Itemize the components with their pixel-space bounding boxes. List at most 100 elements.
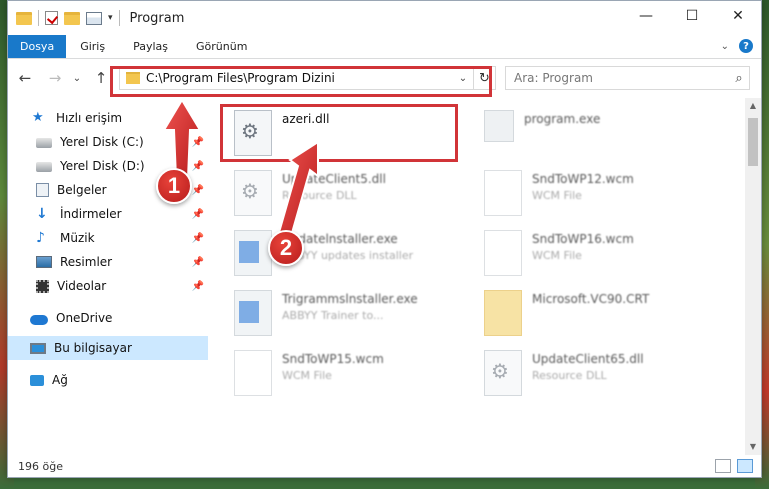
tiles-view-icon[interactable]: [737, 459, 753, 473]
content-area: ★ Hızlı erişim Yerel Disk (C:) 📌 Yerel D…: [8, 98, 761, 455]
downloads-icon: ↓: [36, 206, 48, 222]
file-name: SndToWP15.wcm: [282, 352, 384, 366]
file-name: Microsoft.VC90.CRT: [532, 292, 650, 306]
file-item[interactable]: UpdateClient65.dll Resource DLL: [478, 346, 723, 404]
sidebar-item-this-pc[interactable]: Bu bilgisayar: [8, 336, 208, 360]
file-item[interactable]: SndToWP16.wcm WCM File: [478, 226, 723, 284]
sidebar-item-pictures[interactable]: Resimler 📌: [8, 250, 208, 274]
sidebar-item-music[interactable]: ♪ Müzik 📌: [8, 226, 208, 250]
tab-view[interactable]: Görünüm: [182, 35, 261, 58]
up-arrow-icon[interactable]: ↑: [90, 69, 112, 87]
pin-icon[interactable]: 📌: [192, 209, 204, 220]
tab-share[interactable]: Paylaş: [119, 35, 182, 58]
exe-icon: [484, 110, 514, 142]
file-item[interactable]: SndToWP12.wcm WCM File: [478, 166, 723, 224]
address-path[interactable]: C:\Program Files\Program Dizini: [146, 71, 453, 85]
ribbon-tabs: Dosya Giriş Paylaş Görünüm ⌄ ?: [8, 35, 761, 59]
sidebar-item-onedrive[interactable]: OneDrive: [8, 306, 208, 330]
scroll-thumb[interactable]: [748, 118, 758, 166]
back-arrow-icon[interactable]: ←: [14, 69, 36, 87]
file-item[interactable]: Microsoft.VC90.CRT: [478, 286, 723, 344]
scroll-down-icon[interactable]: ▼: [745, 439, 761, 455]
navigation-bar: ← → ⌄ ↑ C:\Program Files\Program Dizini …: [8, 59, 761, 97]
ribbon-right-controls: ⌄ ?: [721, 39, 753, 53]
pin-icon[interactable]: 📌: [192, 137, 204, 148]
file-name: SndToWP12.wcm: [532, 172, 634, 186]
wcm-icon: [484, 170, 522, 216]
tab-file[interactable]: Dosya: [8, 35, 67, 58]
dll-icon: [484, 350, 522, 396]
forward-arrow-icon[interactable]: →: [44, 69, 66, 87]
explorer-window: ▾ Program — ☐ ✕ Dosya Giriş Paylaş Görün…: [7, 0, 762, 478]
sidebar-item-network[interactable]: Ağ: [8, 368, 208, 392]
sidebar-item-label: Hızlı erişim: [56, 111, 123, 125]
close-button[interactable]: ✕: [715, 1, 761, 31]
file-name: program.exe: [524, 112, 601, 126]
callout-step-2: 2: [268, 230, 304, 266]
file-list: azeri.dll program.exe UpdateClient5.dll …: [208, 98, 761, 455]
wcm-icon: [234, 350, 272, 396]
file-item-program-exe[interactable]: program.exe: [478, 106, 723, 164]
search-icon[interactable]: ⌕: [729, 71, 749, 86]
search-box[interactable]: Ara: Program ⌕: [505, 66, 750, 90]
sidebar-item-disk-c[interactable]: Yerel Disk (C:) 📌: [8, 130, 208, 154]
sidebar-item-label: İndirmeler: [60, 207, 122, 221]
details-view-icon[interactable]: [715, 459, 731, 473]
sidebar-item-label: Belgeler: [57, 183, 107, 197]
sidebar-item-label: Yerel Disk (C:): [60, 135, 144, 149]
folder-icon: [16, 11, 32, 25]
star-icon: ★: [32, 110, 44, 125]
view-properties-icon[interactable]: [86, 11, 102, 25]
music-icon: ♪: [36, 230, 45, 246]
sidebar-item-label: OneDrive: [56, 311, 113, 325]
exe-icon: [234, 290, 272, 336]
sidebar-item-label: Resimler: [60, 255, 113, 269]
file-name: SndToWP16.wcm: [532, 232, 634, 246]
file-item[interactable]: SndToWP15.wcm WCM File: [228, 346, 473, 404]
recent-locations-caret-icon[interactable]: ⌄: [66, 73, 88, 84]
customize-toolbar-caret-icon[interactable]: ▾: [108, 13, 113, 23]
pin-icon[interactable]: 📌: [192, 185, 204, 196]
maximize-button[interactable]: ☐: [669, 1, 715, 31]
pin-icon[interactable]: 📌: [192, 281, 204, 292]
properties-check-icon[interactable]: [45, 11, 58, 25]
documents-icon: [36, 183, 49, 197]
address-history-caret-icon[interactable]: ⌄: [453, 73, 473, 84]
file-item[interactable]: Updatelnstaller.exe ABBYY updates instal…: [228, 226, 473, 284]
sidebar-item-videos[interactable]: Videolar 📌: [8, 274, 208, 298]
address-folder-icon: [126, 72, 140, 84]
file-type: WCM File: [282, 369, 332, 382]
address-bar[interactable]: C:\Program Files\Program Dizini ⌄ ↻: [119, 66, 496, 90]
status-bar: 196 öğe: [8, 455, 761, 477]
expand-ribbon-icon[interactable]: ⌄: [721, 41, 729, 52]
vertical-scrollbar[interactable]: ▲ ▼: [745, 98, 761, 455]
file-item[interactable]: UpdateClient5.dll Resource DLL: [228, 166, 473, 224]
sidebar-item-label: Müzik: [60, 231, 95, 245]
dll-icon: [234, 170, 272, 216]
pin-icon[interactable]: 📌: [192, 233, 204, 244]
file-item[interactable]: Trigrammslnstaller.exe ABBYY Trainer to.…: [228, 286, 473, 344]
search-input[interactable]: Ara: Program: [514, 71, 729, 85]
help-icon[interactable]: ?: [739, 39, 753, 53]
navigation-pane: ★ Hızlı erişim Yerel Disk (C:) 📌 Yerel D…: [8, 98, 208, 455]
scroll-up-icon[interactable]: ▲: [745, 98, 761, 114]
exe-icon: [234, 230, 272, 276]
sidebar-item-downloads[interactable]: ↓ İndirmeler 📌: [8, 202, 208, 226]
file-type: Resource DLL: [282, 189, 357, 202]
minimize-button[interactable]: —: [623, 1, 669, 31]
toolbar-divider: [118, 10, 120, 26]
sidebar-item-label: Yerel Disk (D:): [60, 159, 145, 173]
sidebar-item-quick-access[interactable]: ★ Hızlı erişim: [8, 106, 208, 130]
file-item-azeri-dll[interactable]: azeri.dll: [228, 106, 473, 164]
pin-icon[interactable]: 📌: [192, 257, 204, 268]
sidebar-item-label: Bu bilgisayar: [54, 341, 132, 355]
refresh-icon[interactable]: ↻: [473, 67, 495, 89]
item-count: 196 öğe: [18, 459, 63, 473]
wcm-icon: [484, 230, 522, 276]
pin-icon[interactable]: 📌: [192, 161, 204, 172]
file-name: azeri.dll: [282, 112, 330, 126]
computer-icon: [30, 342, 46, 354]
new-folder-icon[interactable]: [64, 11, 80, 25]
tab-home[interactable]: Giriş: [66, 35, 119, 58]
view-toggle: [715, 459, 753, 473]
